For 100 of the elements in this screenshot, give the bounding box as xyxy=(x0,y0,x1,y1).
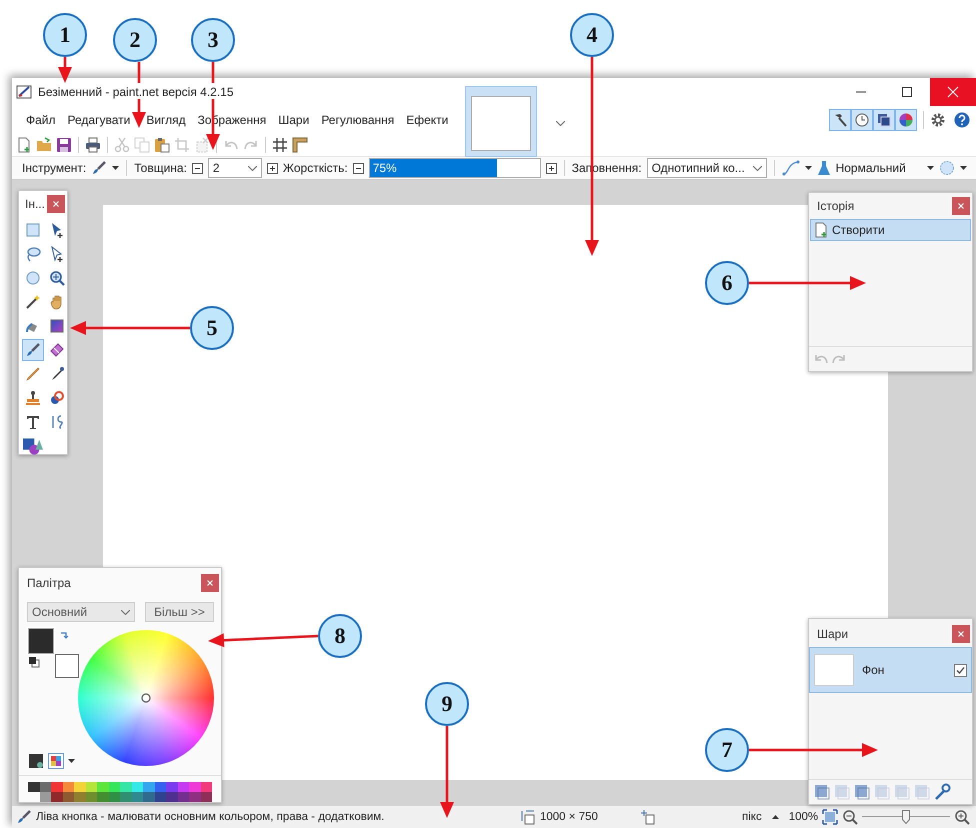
close-icon[interactable] xyxy=(952,197,970,215)
caret-up-icon[interactable] xyxy=(772,815,779,819)
menu-item[interactable]: Файл xyxy=(26,113,56,127)
flask-icon[interactable] xyxy=(816,160,831,176)
arrow-outline-icon xyxy=(49,246,65,262)
layer-thumbnail xyxy=(814,654,854,686)
color-swatch[interactable] xyxy=(108,792,120,802)
palette-dropdown[interactable]: Основний xyxy=(27,602,135,622)
grid-icon[interactable] xyxy=(272,137,288,153)
color-swatch[interactable] xyxy=(189,792,200,802)
color-swatch[interactable] xyxy=(132,792,143,802)
primary-color-swatch[interactable] xyxy=(28,628,54,654)
help-icon[interactable] xyxy=(954,112,970,128)
color-swatch[interactable] xyxy=(86,782,97,792)
plus-icon[interactable] xyxy=(266,162,278,174)
color-swatch[interactable] xyxy=(74,782,86,792)
palette-icon[interactable] xyxy=(28,753,44,769)
panel-toggle-button[interactable] xyxy=(873,109,895,131)
color-swatch[interactable] xyxy=(74,792,86,802)
color-swatch[interactable] xyxy=(166,792,178,802)
tool-button[interactable] xyxy=(22,339,44,361)
menu-item[interactable]: Регулювання xyxy=(321,113,394,127)
menu-item[interactable]: Шари xyxy=(278,113,310,127)
zoom-slider[interactable] xyxy=(862,810,950,824)
printer-icon[interactable] xyxy=(85,137,101,153)
duplicate-layer-icon[interactable] xyxy=(853,783,871,801)
reset-colors-icon[interactable] xyxy=(28,656,40,668)
fill-dropdown[interactable]: Однотипний ко... xyxy=(646,158,767,178)
antialias-icon[interactable] xyxy=(782,160,800,176)
ruler-icon[interactable] xyxy=(292,137,308,153)
color-swatch[interactable] xyxy=(40,792,51,802)
properties-icon[interactable] xyxy=(933,783,951,801)
hardness-slider[interactable]: 75% xyxy=(368,158,541,178)
color-swatch[interactable] xyxy=(97,792,108,802)
menu-item[interactable]: Вигляд xyxy=(146,113,186,127)
caret-icon[interactable] xyxy=(112,166,120,170)
color-swatch[interactable] xyxy=(132,782,143,792)
slider-thumb[interactable] xyxy=(902,810,910,824)
image-tab[interactable] xyxy=(465,86,537,157)
zoom-out-icon[interactable] xyxy=(842,809,858,825)
color-swatch[interactable] xyxy=(62,792,74,802)
color-swatch[interactable] xyxy=(178,792,189,802)
close-icon[interactable] xyxy=(47,195,65,213)
color-swatch[interactable] xyxy=(143,782,154,792)
settings-icon[interactable] xyxy=(930,112,946,128)
layer-row[interactable]: Фон xyxy=(809,647,972,693)
width-dropdown[interactable]: 2 xyxy=(208,158,262,178)
swap-icon[interactable] xyxy=(59,630,69,640)
menu-item[interactable]: Редагувати xyxy=(68,113,130,127)
add-layer-icon[interactable] xyxy=(813,783,831,801)
history-item[interactable]: Створити xyxy=(810,219,971,241)
color-swatch[interactable] xyxy=(154,782,166,792)
color-swatch[interactable] xyxy=(200,782,212,792)
minus-icon[interactable] xyxy=(192,162,203,174)
more-button[interactable]: Більш >> xyxy=(145,602,214,622)
color-swatch[interactable] xyxy=(200,792,212,802)
color-cursor-icon[interactable] xyxy=(141,693,151,703)
color-swatch[interactable] xyxy=(86,792,97,802)
color-swatch[interactable] xyxy=(51,792,62,802)
color-swatch[interactable] xyxy=(120,782,132,792)
color-swatch[interactable] xyxy=(97,782,108,792)
paintbrush-icon[interactable] xyxy=(91,160,108,176)
folder-icon[interactable] xyxy=(36,137,52,153)
zoom-in-icon[interactable] xyxy=(954,809,970,825)
selection-mode-icon[interactable] xyxy=(938,160,955,176)
panel-toggle-button[interactable] xyxy=(829,109,851,131)
caret-icon[interactable] xyxy=(926,166,934,170)
color-swatch[interactable] xyxy=(51,782,62,792)
panel-toggle-button[interactable] xyxy=(895,109,917,131)
caret-icon[interactable] xyxy=(804,166,812,170)
color-swatch[interactable] xyxy=(108,782,120,792)
shapes-icon xyxy=(23,436,43,456)
blend-mode-dropdown[interactable]: Нормальний xyxy=(836,161,922,175)
color-swatch[interactable] xyxy=(28,782,40,792)
color-swatch[interactable] xyxy=(40,782,51,792)
color-swatch[interactable] xyxy=(154,792,166,802)
close-icon[interactable] xyxy=(952,625,970,643)
unit-dropdown[interactable]: пікс xyxy=(742,811,762,823)
clipboard-icon[interactable] xyxy=(154,137,170,153)
chevron-down-icon xyxy=(556,121,566,126)
new-file-icon[interactable] xyxy=(16,137,32,153)
color-grid-icon[interactable] xyxy=(48,753,64,769)
layer-visibility-checkbox[interactable] xyxy=(954,664,967,676)
color-swatch[interactable] xyxy=(189,782,200,792)
window-title: Безіменний - paint.net версія 4.2.15 xyxy=(38,85,234,99)
color-swatch[interactable] xyxy=(178,782,189,792)
caret-icon[interactable] xyxy=(960,166,967,170)
color-swatch[interactable] xyxy=(166,782,178,792)
close-icon[interactable] xyxy=(201,574,219,592)
zoom-fit-icon[interactable] xyxy=(822,809,838,825)
color-swatch[interactable] xyxy=(143,792,154,802)
plus-icon[interactable] xyxy=(546,162,557,174)
secondary-color-swatch[interactable] xyxy=(55,654,79,678)
minus-icon[interactable] xyxy=(352,162,364,174)
color-swatch[interactable] xyxy=(120,792,132,802)
caret-icon[interactable] xyxy=(68,759,75,763)
panel-toggle-button[interactable] xyxy=(851,109,873,131)
menu-item[interactable]: Ефекти xyxy=(406,113,448,127)
color-swatch[interactable] xyxy=(62,782,74,792)
close-icon[interactable] xyxy=(930,78,976,106)
